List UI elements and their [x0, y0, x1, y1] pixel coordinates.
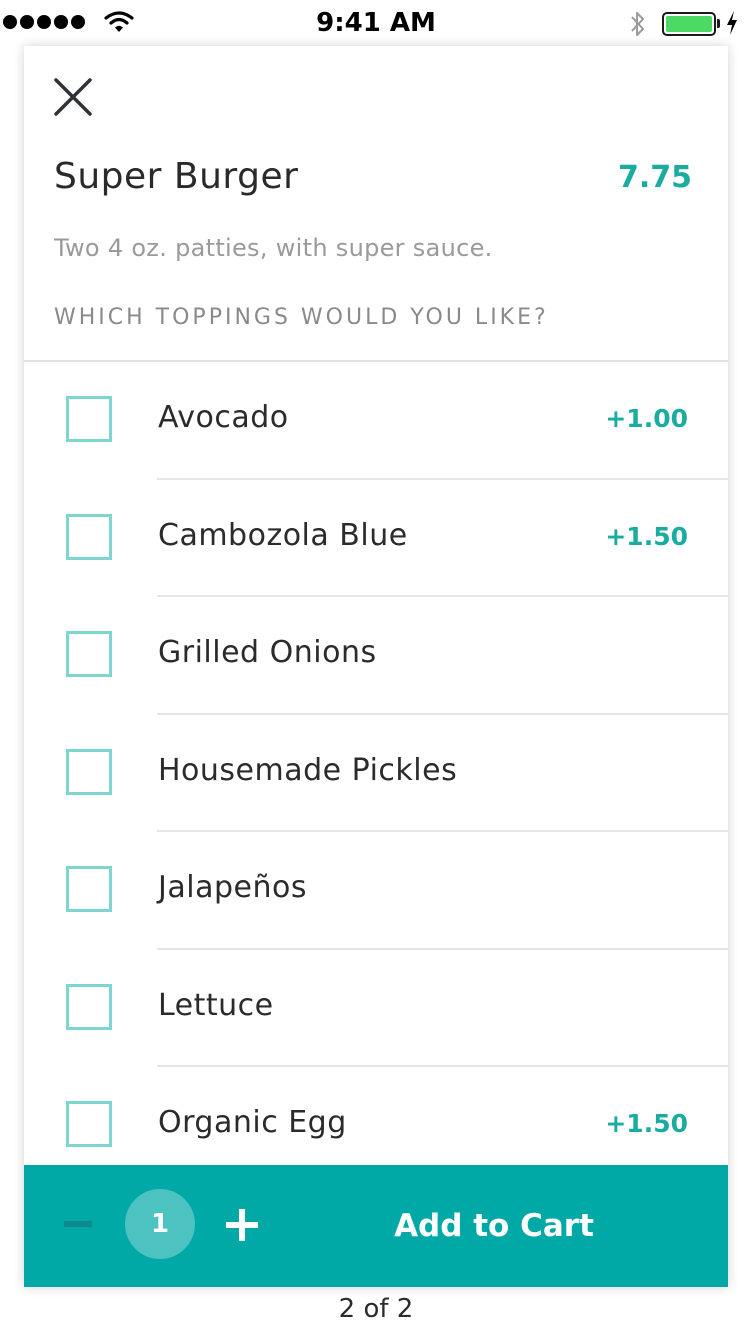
topping-option-jalapenos[interactable]: Jalapeños [24, 832, 728, 950]
topping-option-cambozola-blue[interactable]: Cambozola Blue +1.50 [24, 480, 728, 597]
item-detail-card: Super Burger 7.75 Two 4 oz. patties, wit… [24, 46, 728, 1287]
topping-option-lettuce[interactable]: Lettuce [24, 950, 728, 1067]
topping-label: Grilled Onions [158, 635, 377, 670]
battery-tip [717, 19, 720, 28]
decrease-quantity-button[interactable] [64, 1221, 92, 1227]
topping-price: +1.50 [605, 1109, 688, 1138]
topping-label: Avocado [158, 400, 289, 435]
topping-label: Organic Egg [158, 1105, 347, 1140]
toppings-heading: WHICH TOPPINGS WOULD YOU LIKE? [54, 305, 549, 330]
checkbox[interactable] [66, 983, 112, 1030]
close-icon[interactable] [50, 74, 96, 120]
quantity-value: 1 [125, 1189, 195, 1259]
checkbox[interactable] [66, 1101, 112, 1147]
topping-price: +1.50 [605, 521, 688, 551]
topping-label: Cambozola Blue [158, 517, 408, 553]
checkbox[interactable] [66, 866, 112, 912]
topping-price: +1.00 [605, 404, 688, 433]
topping-label: Housemade Pickles [158, 752, 458, 788]
topping-label: Lettuce [158, 987, 274, 1023]
checkbox[interactable] [66, 631, 112, 677]
checkbox[interactable] [66, 748, 112, 795]
page-indicator: 2 of 2 [338, 1294, 414, 1324]
item-description: Two 4 oz. patties, with super sauce. [54, 234, 493, 262]
checkbox[interactable] [66, 513, 112, 560]
cart-bar: 1 Add to Cart [24, 1165, 728, 1287]
battery-icon [662, 12, 716, 36]
item-name: Super Burger [54, 156, 299, 197]
topping-option-housemade-pickles[interactable]: Housemade Pickles [24, 715, 728, 832]
item-price: 7.75 [617, 160, 692, 195]
bluetooth-icon [631, 12, 644, 36]
topping-option-avocado[interactable]: Avocado +1.00 [24, 362, 728, 480]
topping-option-grilled-onions[interactable]: Grilled Onions [24, 597, 728, 715]
checkbox[interactable] [66, 396, 112, 442]
toppings-list: Avocado +1.00 Cambozola Blue +1.50 Grill… [24, 362, 728, 1185]
topping-label: Jalapeños [158, 870, 307, 905]
increase-quantity-button[interactable] [226, 1209, 258, 1241]
charging-bolt-icon [727, 11, 737, 35]
status-bar: 9:41 AM [0, 0, 752, 46]
add-to-cart-button[interactable]: Add to Cart [324, 1165, 664, 1287]
